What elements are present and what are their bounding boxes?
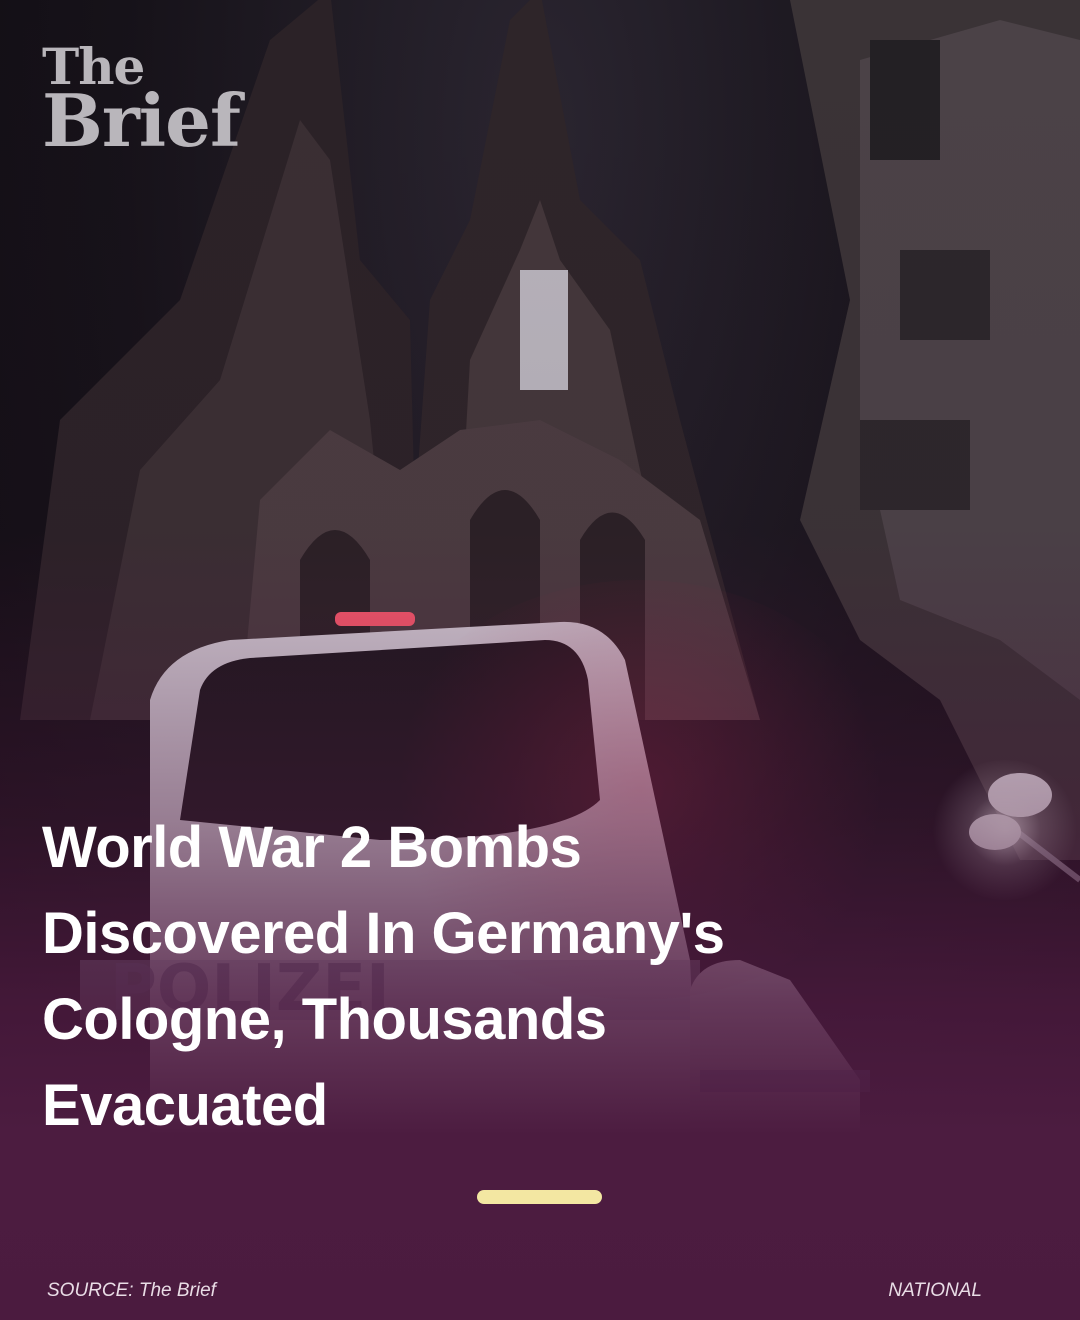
source-label: SOURCE: The Brief: [47, 1280, 216, 1301]
news-card: POLIZEI The Brief World War 2 Bombs Disc…: [0, 0, 1080, 1320]
brand-logo-line2: Brief: [42, 78, 241, 163]
headline: World War 2 Bombs Discovered In Germany'…: [42, 815, 725, 1138]
accent-bar: [477, 1190, 602, 1204]
brand-logo: The Brief: [42, 42, 241, 163]
category-label: NATIONAL: [888, 1280, 982, 1301]
